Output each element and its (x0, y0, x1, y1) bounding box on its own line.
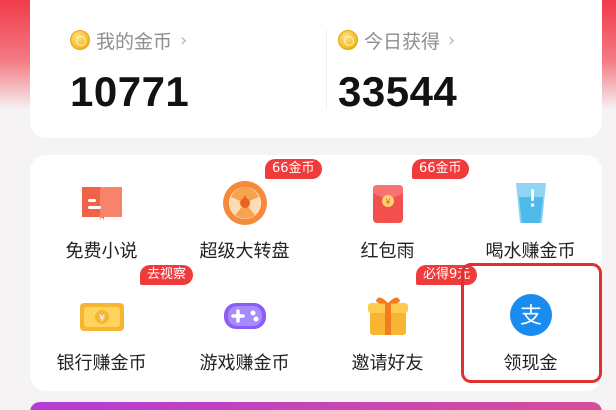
reward-badge: 66金币 (265, 159, 322, 179)
coin-icon (70, 30, 90, 50)
book-icon (78, 179, 126, 227)
task-red-envelope-rain[interactable]: ¥ 66金币 红包雨 (316, 159, 469, 266)
task-lucky-wheel[interactable]: 66金币 超级大转盘 (173, 159, 322, 266)
coin-card-icon: ¥ (78, 291, 126, 339)
today-earned-stat[interactable]: 今日获得 › 33544 (338, 26, 457, 116)
my-coins-label: 我的金币 (96, 30, 173, 53)
task-label: 超级大转盘 (199, 241, 290, 262)
svg-text:¥: ¥ (98, 313, 104, 324)
svg-text:¥: ¥ (385, 198, 390, 207)
task-bank-coins[interactable]: ¥ 去视察 银行赚金币 (30, 265, 194, 378)
task-invite-friends[interactable]: 必得9元 邀请好友 (316, 265, 478, 378)
task-label: 银行赚金币 (56, 353, 147, 374)
task-label: 喝水赚金币 (485, 241, 576, 262)
gamepad-icon (221, 291, 269, 339)
task-drink-water[interactable]: 喝水赚金币 (459, 161, 602, 266)
today-earned-value: 33544 (338, 68, 458, 115)
today-earned-label: 今日获得 (364, 30, 441, 53)
wheel-icon (221, 179, 269, 227)
red-envelope-icon: ¥ (364, 179, 412, 227)
chevron-right-icon: › (448, 29, 456, 51)
task-label: 游戏赚金币 (199, 353, 290, 374)
my-coins-value: 10771 (70, 68, 190, 115)
highlight-box (461, 263, 602, 383)
gift-icon (364, 291, 412, 339)
next-section-banner (30, 402, 602, 410)
water-glass-icon (507, 179, 555, 227)
task-free-novel[interactable]: 免费小说 (30, 161, 173, 266)
coin-summary-card: 我的金币 › 10771 今日获得 › 33544 (30, 0, 602, 138)
coin-icon (338, 30, 358, 50)
stat-divider (326, 30, 327, 110)
my-coins-stat[interactable]: 我的金币 › 10771 (70, 26, 189, 116)
task-label: 免费小说 (65, 241, 138, 262)
task-label: 红包雨 (360, 241, 415, 262)
chevron-right-icon: › (180, 29, 188, 51)
task-game-coins[interactable]: 游戏赚金币 (173, 273, 316, 378)
task-label: 邀请好友 (351, 353, 424, 374)
